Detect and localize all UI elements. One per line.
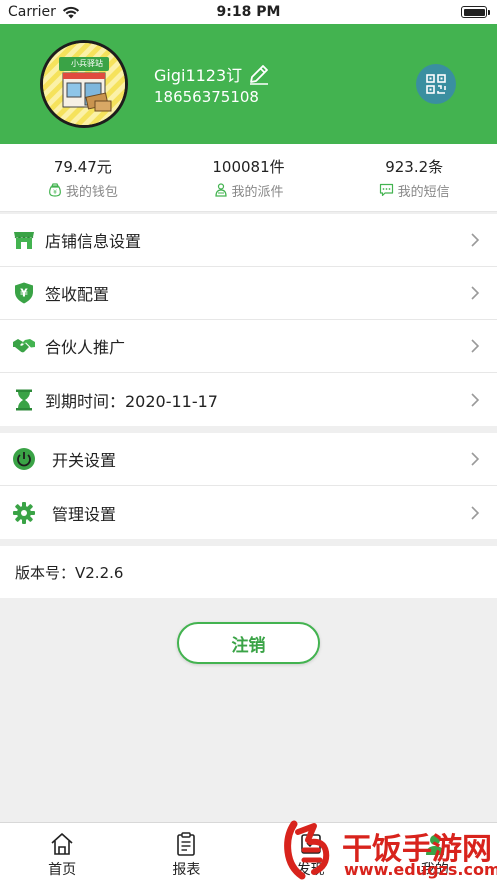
shield-yen-icon: ¥ (12, 281, 36, 305)
gear-icon (12, 501, 36, 525)
stat-wallet[interactable]: 79.47元 ¥ 我的钱包 (0, 144, 166, 211)
logout-button[interactable]: 注销 (177, 622, 320, 664)
tab-bar: 首页 报表 发现 我的 (0, 822, 497, 883)
profile-icon (425, 835, 444, 855)
profile-header: 小兵驿站 Gigi1123订 18656375108 (0, 24, 497, 144)
menu-item-sign-config[interactable]: ¥ 签收配置 (0, 267, 497, 320)
tab-home-label: 首页 (48, 862, 77, 878)
menu-item-switch-settings[interactable]: 开关设置 (0, 433, 497, 486)
chevron-right-icon (471, 286, 480, 300)
battery-icon (461, 6, 490, 18)
wifi-icon (62, 6, 79, 18)
user-phone: 18656375108 (154, 88, 259, 106)
menu-group-store: 店铺信息设置 ¥ 签收配置 合伙人推广 到期时间：2020-11-17 (0, 214, 497, 426)
store-icon (12, 228, 36, 252)
courier-icon (214, 183, 227, 197)
chevron-right-icon (471, 339, 480, 353)
user-name: Gigi1123订 (154, 66, 243, 85)
message-icon (379, 183, 393, 197)
manage-settings-label: 管理设置 (52, 504, 117, 524)
discover-icon (300, 834, 321, 854)
hourglass-icon (12, 388, 36, 412)
tab-discover[interactable]: 发现 (249, 823, 373, 883)
stats-bar: 79.47元 ¥ 我的钱包 100081件 我的派件 923.2条 我的短信 (0, 144, 497, 212)
chevron-right-icon (471, 233, 480, 247)
avatar[interactable]: 小兵驿站 (40, 40, 128, 128)
tab-profile-label: 我的 (420, 862, 449, 878)
sign-config-label: 签收配置 (45, 285, 110, 304)
chevron-right-icon (471, 452, 480, 466)
switch-settings-label: 开关设置 (52, 451, 117, 470)
carrier-label: Carrier (8, 4, 56, 20)
wallet-icon: ¥ (48, 183, 61, 197)
version-label: 版本号：V2.2.6 (15, 563, 124, 582)
qr-code-icon (426, 74, 446, 94)
sms-label: 我的短信 (397, 184, 450, 200)
sms-value: 923.2条 (385, 157, 444, 176)
deliveries-value: 100081件 (212, 157, 285, 176)
chevron-right-icon (471, 392, 480, 407)
store-info-label: 店铺信息设置 (45, 232, 142, 251)
menu-item-store-info[interactable]: 店铺信息设置 (0, 214, 497, 267)
power-icon (12, 447, 36, 471)
user-name-row: Gigi1123订 (154, 62, 270, 86)
chevron-right-icon (471, 505, 480, 520)
menu-item-partner-promo[interactable]: 合伙人推广 (0, 320, 497, 373)
handshake-icon (12, 334, 36, 358)
qr-code-button[interactable] (416, 64, 456, 104)
tab-report-label: 报表 (172, 862, 201, 878)
menu-group-settings: 开关设置 管理设置 (0, 433, 497, 539)
edit-pencil-icon[interactable] (248, 63, 270, 85)
status-bar: Carrier 9:18 PM (0, 0, 497, 24)
svg-text:¥: ¥ (20, 287, 28, 300)
report-icon (177, 832, 196, 856)
tab-report[interactable]: 报表 (124, 823, 248, 883)
stat-deliveries[interactable]: 100081件 我的派件 (166, 144, 332, 211)
version-row: 版本号：V2.2.6 (0, 546, 497, 598)
stat-sms[interactable]: 923.2条 我的短信 (331, 144, 497, 211)
expiry-label: 到期时间：2020-11-17 (45, 391, 218, 411)
wallet-label: 我的钱包 (65, 184, 118, 200)
tab-home[interactable]: 首页 (0, 823, 124, 883)
svg-text:¥: ¥ (53, 189, 57, 196)
avatar-store-name: 小兵驿站 (71, 59, 103, 68)
menu-item-manage-settings[interactable]: 管理设置 (0, 486, 497, 539)
deliveries-label: 我的派件 (231, 184, 284, 200)
menu-item-expiry[interactable]: 到期时间：2020-11-17 (0, 373, 497, 426)
home-icon (51, 833, 73, 855)
wallet-value: 79.47元 (53, 157, 112, 176)
tab-profile[interactable]: 我的 (373, 823, 497, 883)
partner-promo-label: 合伙人推广 (45, 338, 126, 357)
tab-discover-label: 发现 (296, 862, 325, 878)
